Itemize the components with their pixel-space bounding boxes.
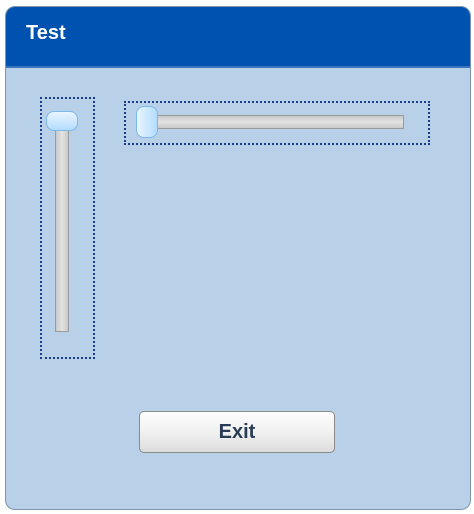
test-window: Test Exit <box>5 6 471 510</box>
exit-button[interactable]: Exit <box>139 411 335 453</box>
window-title: Test <box>26 22 66 44</box>
vertical-slider-track[interactable] <box>55 125 69 332</box>
horizontal-slider-thumb[interactable] <box>136 106 158 138</box>
vertical-slider-thumb[interactable] <box>46 111 78 131</box>
title-bar[interactable]: Test <box>6 7 470 68</box>
horizontal-slider-track[interactable] <box>148 115 404 129</box>
